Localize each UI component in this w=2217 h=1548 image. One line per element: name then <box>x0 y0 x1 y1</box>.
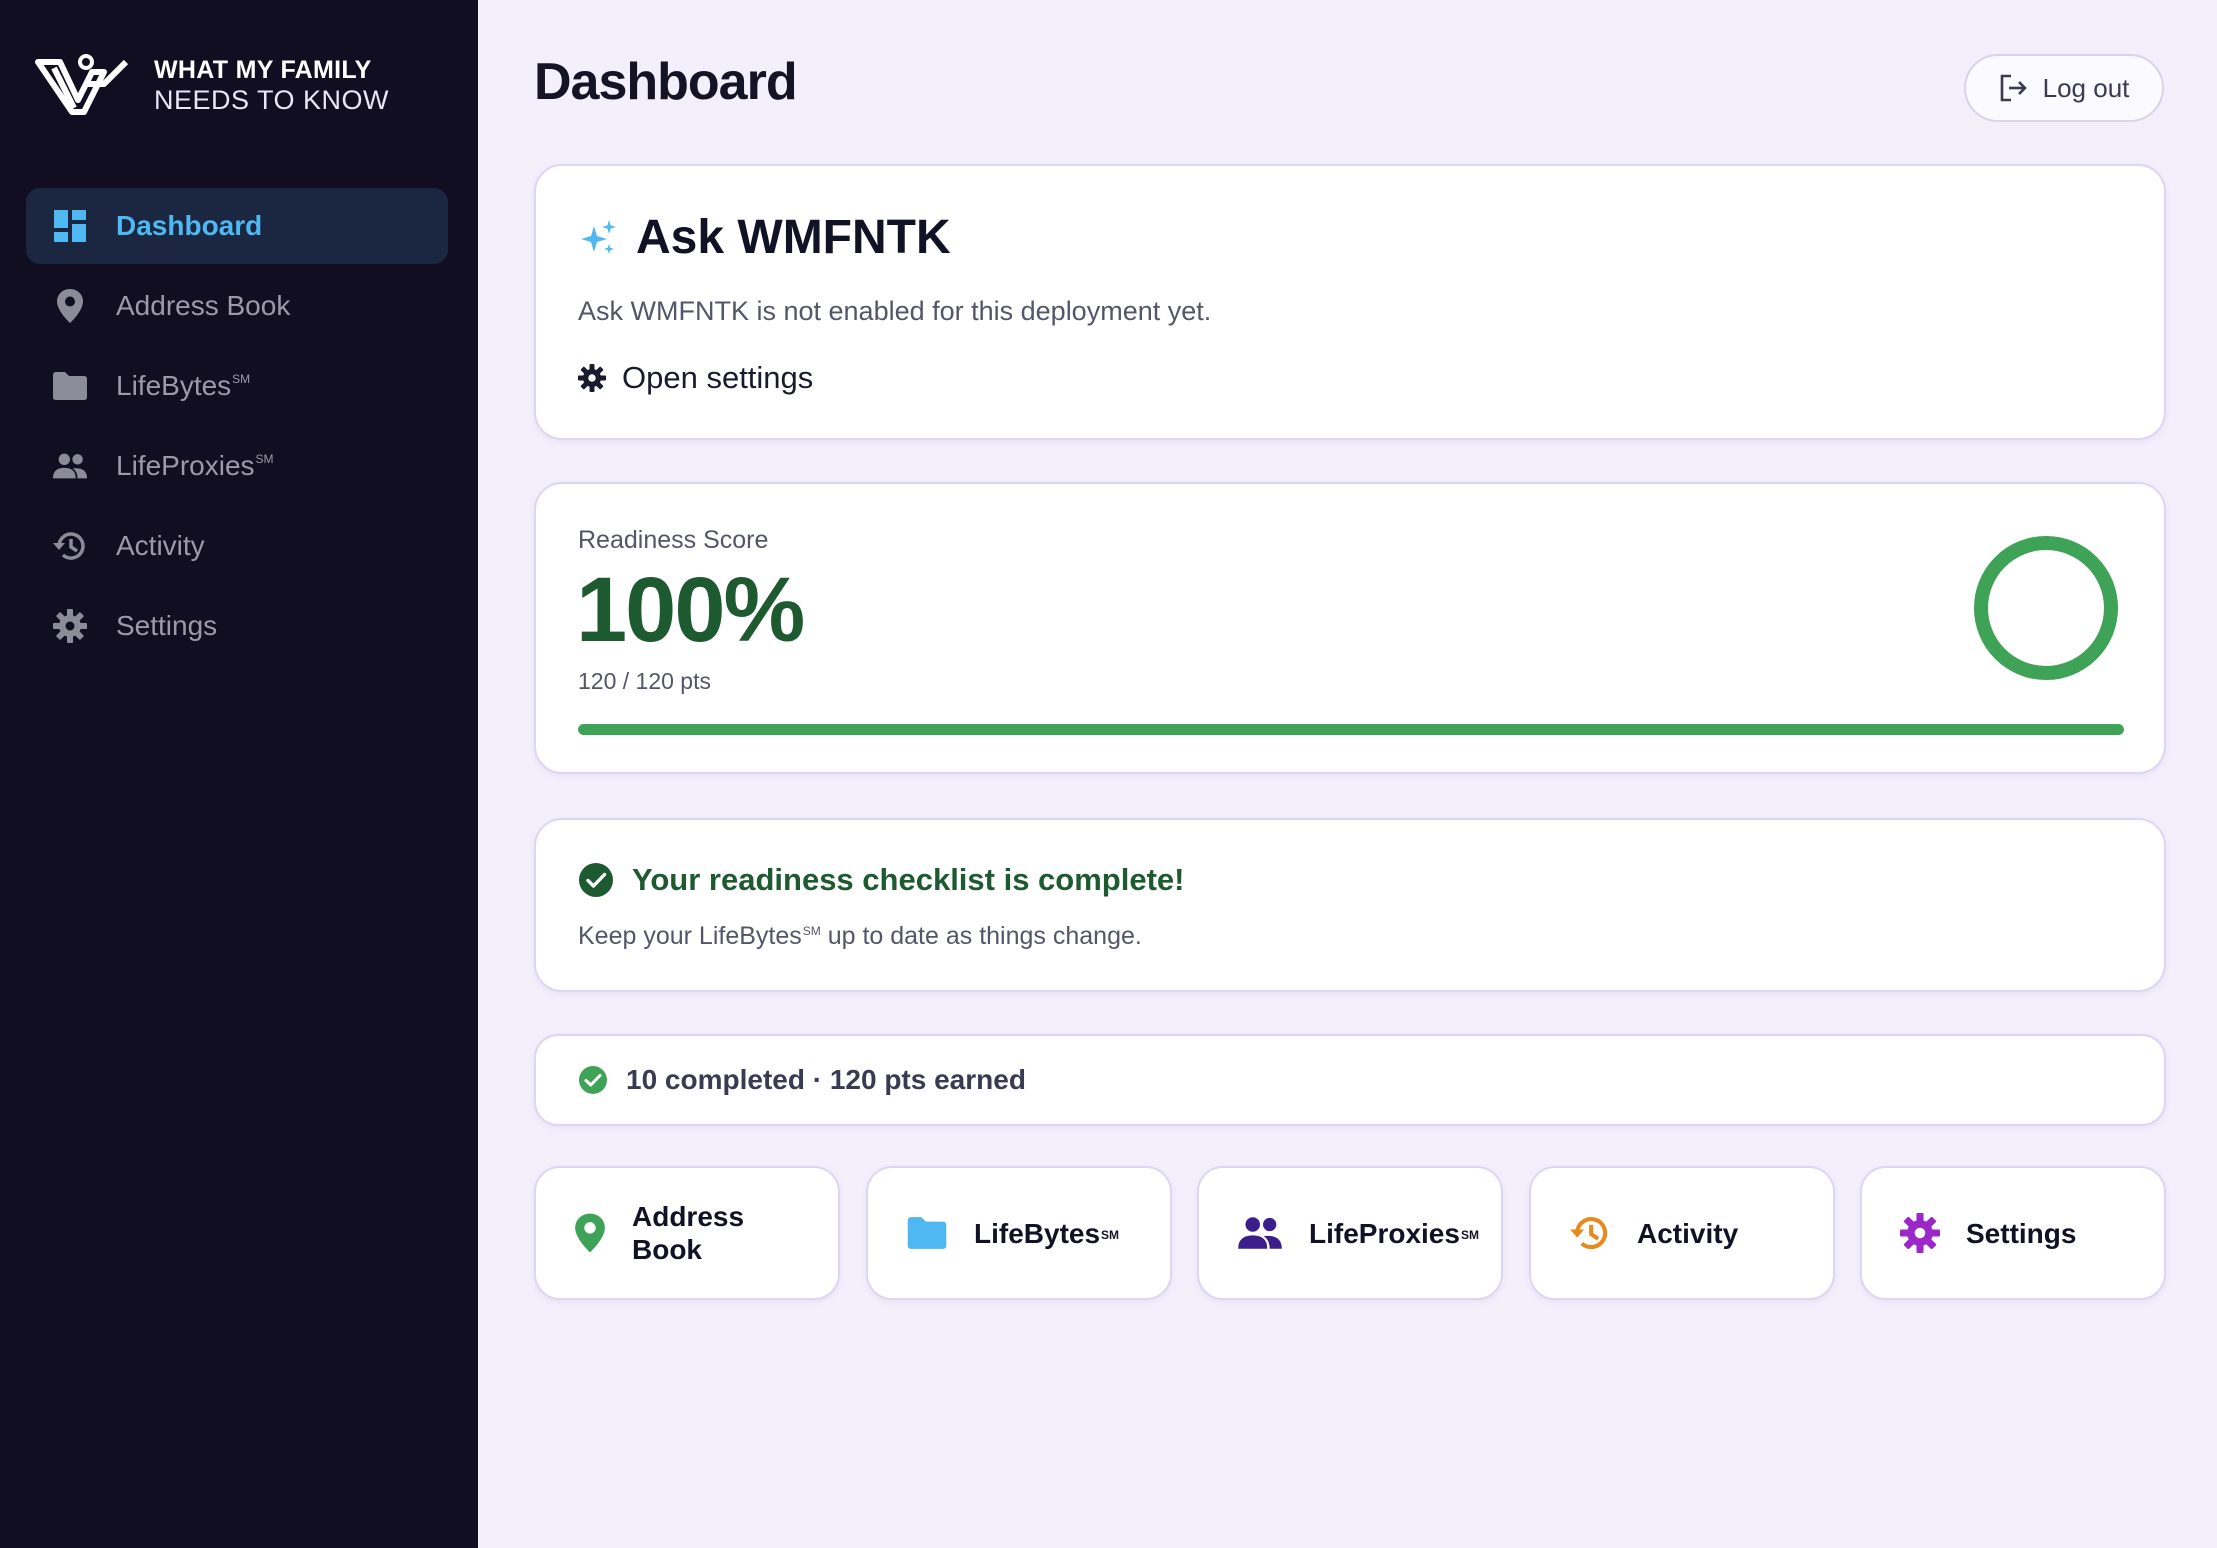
quick-link-label: Address Book <box>632 1201 745 1265</box>
completion-stats-text: 10 completed · 120 pts earned <box>626 1064 1026 1095</box>
quick-link-settings[interactable]: Settings <box>1860 1166 2166 1300</box>
sidebar: WHAT MY FAMILY NEEDS TO KNOW Dashboard A… <box>0 0 478 1548</box>
quick-link-lifebytes[interactable]: LifeBytesSM <box>866 1166 1172 1300</box>
readiness-ring <box>1974 536 2118 680</box>
readiness-score-value: 100% <box>576 559 805 661</box>
quick-link-activity[interactable]: Activity <box>1529 1166 1835 1300</box>
people-icon <box>52 448 88 484</box>
sidebar-item-dashboard[interactable]: Dashboard <box>26 188 448 264</box>
brand-line2: NEEDS TO KNOW <box>154 85 390 115</box>
brand[interactable]: WHAT MY FAMILY NEEDS TO KNOW <box>34 54 389 116</box>
quick-link-label: LifeBytesSM <box>974 1217 1120 1249</box>
sidebar-nav: Dashboard Address Book LifeBytesSM LifeP… <box>26 188 448 668</box>
gear-icon <box>1900 1213 1940 1253</box>
open-settings-label: Open settings <box>622 360 814 395</box>
sidebar-item-label: LifeBytesSM <box>116 370 251 401</box>
sidebar-item-settings[interactable]: Settings <box>26 588 448 664</box>
logout-label: Log out <box>2042 72 2130 103</box>
quick-link-address-book[interactable]: Address Book <box>534 1166 840 1300</box>
ask-description: Ask WMFNTK is not enabled for this deplo… <box>578 296 1212 326</box>
quick-link-lifeproxies[interactable]: LifeProxiesSM <box>1197 1166 1503 1300</box>
sidebar-item-label: Settings <box>116 610 218 641</box>
sparkles-icon <box>581 219 616 254</box>
readiness-points: 120 / 120 pts <box>578 668 711 694</box>
sidebar-item-label: Activity <box>116 530 205 561</box>
completion-stats-card: 10 completed · 120 pts earned <box>534 1034 2166 1126</box>
checklist-complete-card: Your readiness checklist is complete! Ke… <box>534 818 2166 992</box>
ask-card: Ask WMFNTK Ask WMFNTK is not enabled for… <box>534 164 2166 440</box>
page-title: Dashboard <box>534 53 798 111</box>
readiness-card: Readiness Score 100% 120 / 120 pts <box>534 482 2166 774</box>
sidebar-item-label: Dashboard <box>116 210 263 241</box>
quick-link-label: Settings <box>1966 1217 2077 1249</box>
gear-icon <box>578 364 606 392</box>
logout-icon <box>2000 74 2027 102</box>
readiness-progress-fill <box>578 724 2124 735</box>
dashboard-icon <box>52 208 88 244</box>
sidebar-item-activity[interactable]: Activity <box>26 508 448 584</box>
checklist-complete-subtitle: Keep your LifeBytesSM up to date as thin… <box>578 922 1142 950</box>
quick-link-label: LifeProxiesSM <box>1309 1217 1479 1249</box>
check-circle-icon <box>579 863 613 897</box>
brand-line1: WHAT MY FAMILY <box>154 56 372 84</box>
folder-icon <box>907 1217 947 1249</box>
logout-button[interactable]: Log out <box>1964 54 2164 122</box>
sidebar-item-address-book[interactable]: Address Book <box>26 268 448 344</box>
folder-icon <box>52 368 88 404</box>
readiness-label: Readiness Score <box>578 526 769 554</box>
checklist-complete-title: Your readiness checklist is complete! <box>632 862 1185 897</box>
check-circle-icon <box>579 1066 607 1094</box>
readiness-progress-bar <box>578 724 2124 735</box>
map-pin-icon <box>575 1213 605 1253</box>
sidebar-item-label: Address Book <box>116 290 291 321</box>
open-settings-link[interactable]: Open settings <box>578 360 813 396</box>
brand-logo-icon <box>35 54 129 115</box>
sidebar-item-label: LifeProxiesSM <box>116 450 274 481</box>
history-icon <box>52 528 88 564</box>
map-pin-icon <box>52 288 88 324</box>
readiness-ring-arc <box>1974 536 2118 680</box>
gear-icon <box>52 608 88 644</box>
sidebar-item-lifebytes[interactable]: LifeBytesSM <box>26 348 448 424</box>
history-icon <box>1570 1217 1608 1250</box>
ask-title: Ask WMFNTK <box>636 211 951 264</box>
people-icon <box>1238 1217 1282 1249</box>
quick-link-label: Activity <box>1637 1217 1739 1249</box>
sidebar-item-lifeproxies[interactable]: LifeProxiesSM <box>26 428 448 504</box>
